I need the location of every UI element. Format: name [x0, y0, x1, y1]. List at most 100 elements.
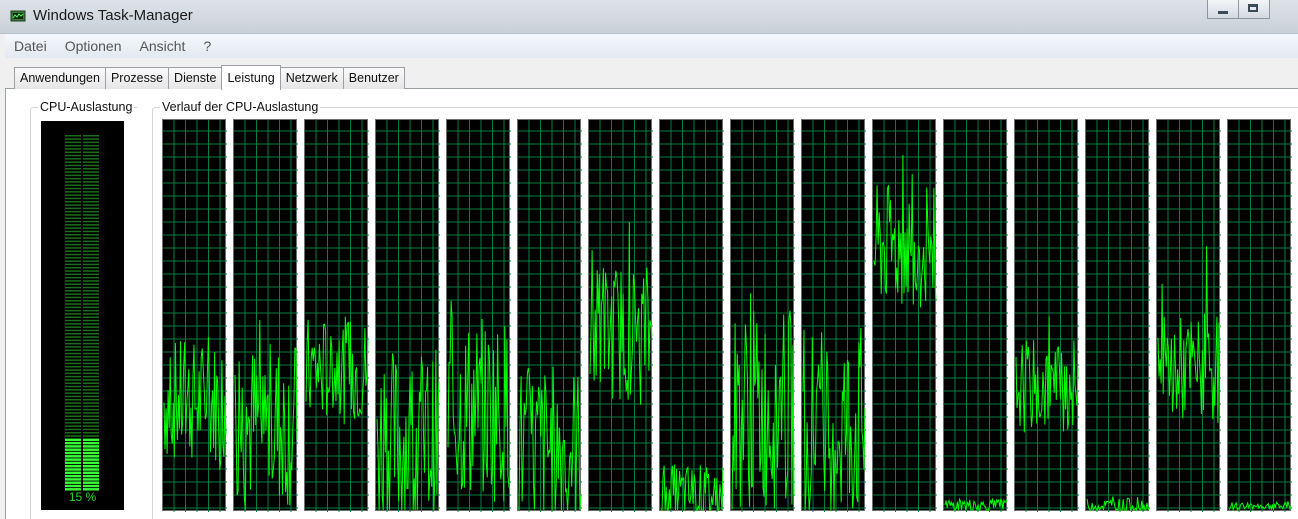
meter-segment — [83, 253, 99, 256]
meter-segment — [65, 303, 81, 305]
meter-segment — [65, 356, 81, 358]
meter-segment — [83, 201, 99, 203]
meter-segment — [83, 250, 99, 252]
task-manager-icon — [10, 10, 26, 22]
meter-segment — [65, 405, 81, 408]
cpu-usage-line — [447, 300, 511, 502]
tab-leistung[interactable]: Leistung — [221, 65, 281, 90]
meter-segment — [65, 257, 81, 259]
meter-segment — [65, 465, 81, 468]
meter-segment — [65, 451, 81, 455]
minimize-icon — [1218, 11, 1228, 14]
meter-segment — [65, 395, 81, 398]
meter-segment — [83, 389, 99, 391]
tab-netzwerk[interactable]: Netzwerk — [279, 67, 344, 89]
meter-segment — [83, 461, 99, 465]
minimize-button[interactable] — [1207, 0, 1239, 19]
meter-segment — [65, 204, 81, 206]
maximize-icon — [1248, 4, 1258, 12]
meter-segment — [65, 207, 81, 210]
cpu-usage-meter: 15 % — [41, 121, 124, 510]
tab-anwendungen[interactable]: Anwendungen — [14, 67, 106, 89]
meter-segment — [83, 154, 99, 157]
meter-segment — [65, 151, 81, 153]
meter-segment — [83, 210, 99, 213]
maximize-button[interactable] — [1239, 0, 1270, 19]
meter-segment — [83, 425, 99, 427]
cpu-core-graph — [375, 119, 440, 512]
meter-segment — [83, 399, 99, 401]
meter-segment — [65, 247, 81, 249]
meter-segment — [83, 438, 99, 441]
meter-segment — [65, 366, 81, 368]
meter-segment — [83, 164, 99, 167]
meter-segment — [83, 422, 99, 424]
meter-segment — [83, 138, 99, 140]
meter-segment — [83, 174, 99, 177]
menu-optionen[interactable]: Optionen — [56, 38, 131, 54]
meter-segment — [65, 392, 81, 394]
meter-segment — [83, 313, 99, 315]
meter-segment — [83, 346, 99, 348]
meter-segment — [65, 184, 81, 186]
meter-segment — [83, 184, 99, 186]
meter-segment — [83, 418, 99, 421]
cpu-usage-line — [518, 366, 582, 511]
window-controls — [1207, 0, 1270, 20]
meter-segment — [65, 214, 81, 216]
cpu-core-graph — [233, 119, 298, 512]
cpu-core-graph — [730, 119, 795, 512]
meter-segment — [65, 253, 81, 256]
meter-segment — [65, 455, 81, 458]
meter-segment — [83, 260, 99, 262]
meter-segment — [83, 237, 99, 239]
meter-segment — [65, 484, 81, 488]
meter-segment — [83, 385, 99, 388]
tab-dienste[interactable]: Dienste — [168, 67, 223, 89]
meter-segment — [83, 303, 99, 305]
cpu-usage-value: 15 % — [68, 490, 97, 504]
cpu-core-graph — [1156, 119, 1221, 512]
meter-segment — [83, 171, 99, 173]
meter-segment — [65, 283, 81, 285]
meter-segment — [65, 148, 81, 150]
meter-segment — [83, 300, 99, 302]
tab-prozesse[interactable]: Prozesse — [104, 67, 170, 89]
meter-segment — [83, 445, 99, 448]
window-title: Windows Task-Manager — [33, 7, 193, 24]
meter-segment — [83, 455, 99, 458]
meter-segment — [83, 465, 99, 468]
meter-segment — [83, 382, 99, 384]
meter-segment — [83, 247, 99, 249]
meter-segment — [83, 283, 99, 285]
meter-segment — [83, 141, 99, 144]
meter-segment — [83, 352, 99, 355]
meter-segment — [83, 432, 99, 434]
menu-datei[interactable]: Datei — [5, 38, 56, 54]
meter-segment — [83, 187, 99, 190]
meter-segment — [65, 286, 81, 289]
meter-segment — [65, 154, 81, 157]
meter-segment — [65, 158, 81, 160]
tab-benutzer[interactable]: Benutzer — [342, 67, 405, 89]
menu-help[interactable]: ? — [194, 38, 220, 54]
meter-segment — [83, 319, 99, 322]
meter-segment — [83, 267, 99, 269]
meter-segment — [65, 201, 81, 203]
meter-segment — [65, 382, 81, 384]
meter-segment — [83, 214, 99, 216]
cpu-usage-line — [1157, 246, 1221, 423]
meter-segment — [65, 346, 81, 348]
meter-segment — [83, 362, 99, 365]
meter-segment — [83, 148, 99, 150]
meter-segment — [65, 210, 81, 213]
meter-segment — [83, 286, 99, 289]
meter-segment — [65, 369, 81, 371]
meter-segment — [83, 296, 99, 299]
meter-segment — [83, 257, 99, 259]
meter-segment — [65, 197, 81, 200]
meter-segment — [65, 194, 81, 196]
meter-segment — [83, 323, 99, 325]
menu-ansicht[interactable]: Ansicht — [131, 38, 195, 54]
meter-segment — [83, 448, 99, 451]
